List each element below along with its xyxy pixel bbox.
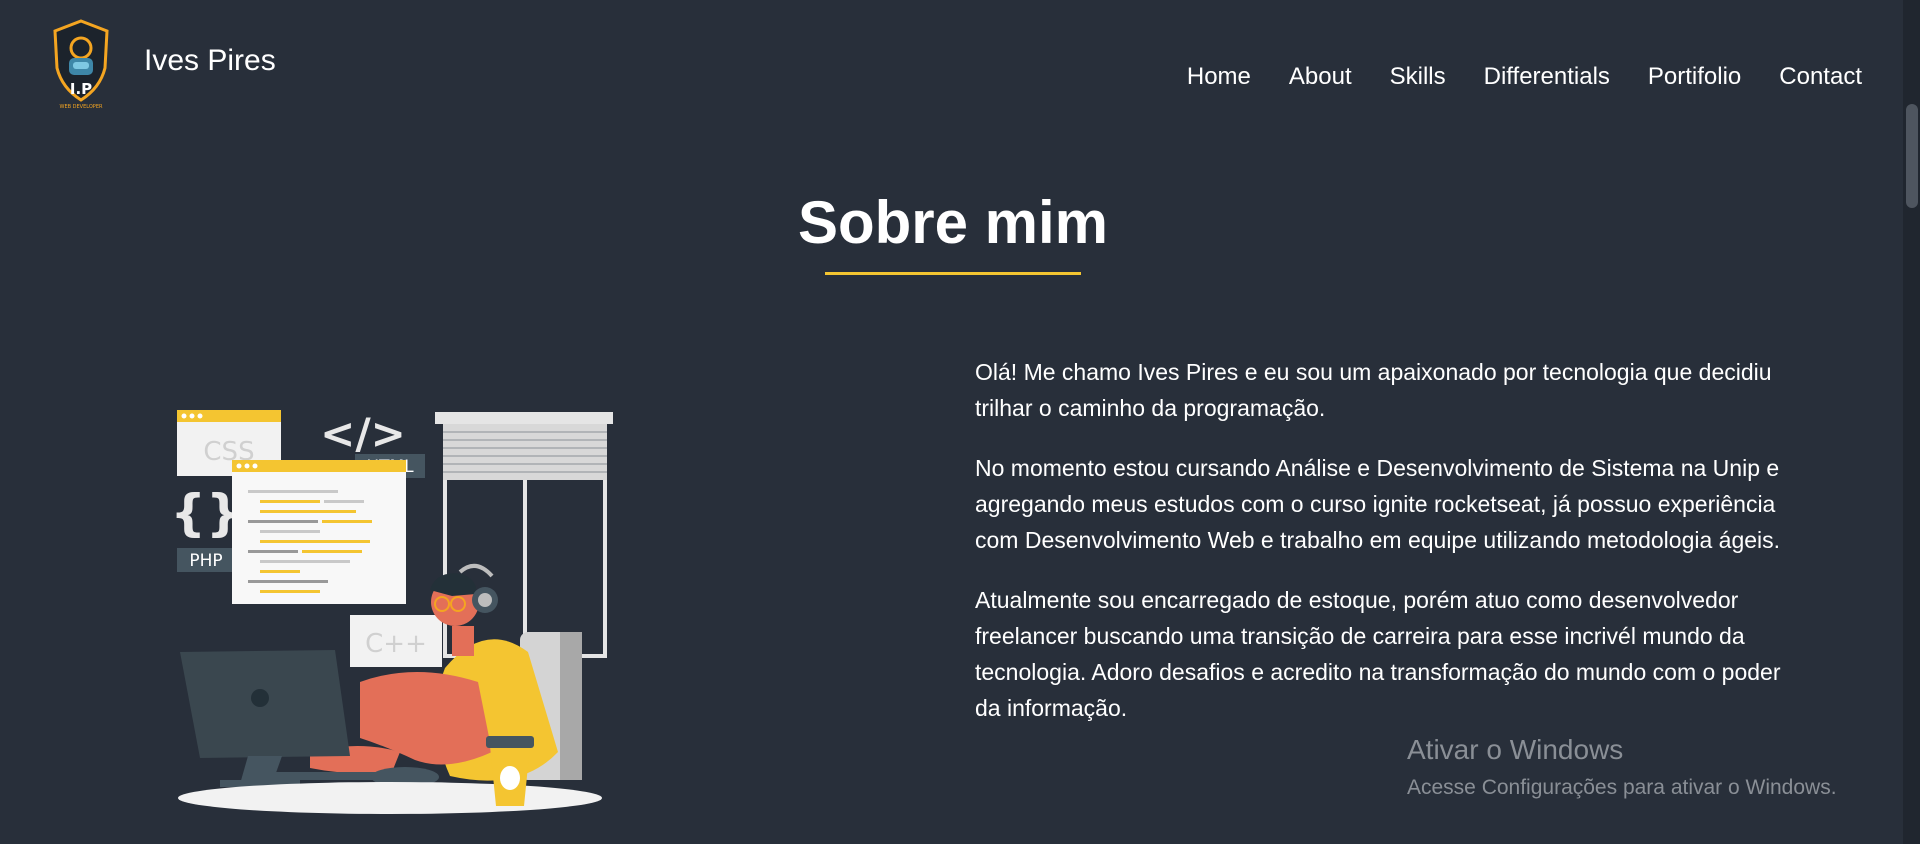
section-title: Sobre mim	[797, 189, 1109, 256]
php-label: PHP	[189, 551, 222, 571]
about-paragraph: No momento estou cursando Análise e Dese…	[975, 455, 1781, 553]
activation-title: Ativar o Windows	[1407, 734, 1624, 765]
developer-illustration: CSS </> HTML {} PHP	[160, 400, 620, 820]
svg-text:WEB DEVELOPER: WEB DEVELOPER	[60, 104, 103, 110]
activation-subtitle: Acesse Configurações para ativar o Windo…	[1407, 776, 1837, 799]
nav-about[interactable]: About	[1289, 63, 1352, 91]
code-editor-card	[232, 460, 406, 604]
nav-differentials[interactable]: Differentials	[1484, 63, 1610, 91]
svg-text:I.P: I.P	[70, 80, 92, 98]
brand-name[interactable]: Ives Pires	[144, 44, 276, 78]
nav-contact[interactable]: Contact	[1779, 63, 1862, 91]
site-header: I.P WEB DEVELOPER Ives Pires Home About …	[0, 0, 1920, 130]
braces-icon: {}	[170, 484, 241, 542]
nav-portifolio[interactable]: Portifolio	[1648, 63, 1741, 91]
scrollbar-thumb[interactable]	[1906, 104, 1918, 208]
nav-home[interactable]: Home	[1187, 63, 1251, 91]
about-paragraph: Atualmente sou encarregado de estoque, p…	[975, 587, 1781, 721]
about-paragraph: Olá! Me chamo Ives Pires e eu sou um apa…	[975, 359, 1772, 421]
main-nav: Home About Skills Differentials Portifol…	[1187, 63, 1862, 91]
title-underline	[825, 272, 1081, 275]
nav-skills[interactable]: Skills	[1390, 63, 1446, 91]
windows-activation-watermark: Ativar o Windows Acesse Configurações pa…	[1407, 734, 1837, 800]
vertical-scrollbar[interactable]	[1903, 0, 1920, 844]
code-tag-icon: </>	[320, 409, 406, 458]
about-text: Olá! Me chamo Ives Pires e eu sou um apa…	[975, 354, 1785, 750]
logo[interactable]: I.P WEB DEVELOPER	[50, 18, 112, 112]
cpp-label: C++	[365, 629, 427, 659]
